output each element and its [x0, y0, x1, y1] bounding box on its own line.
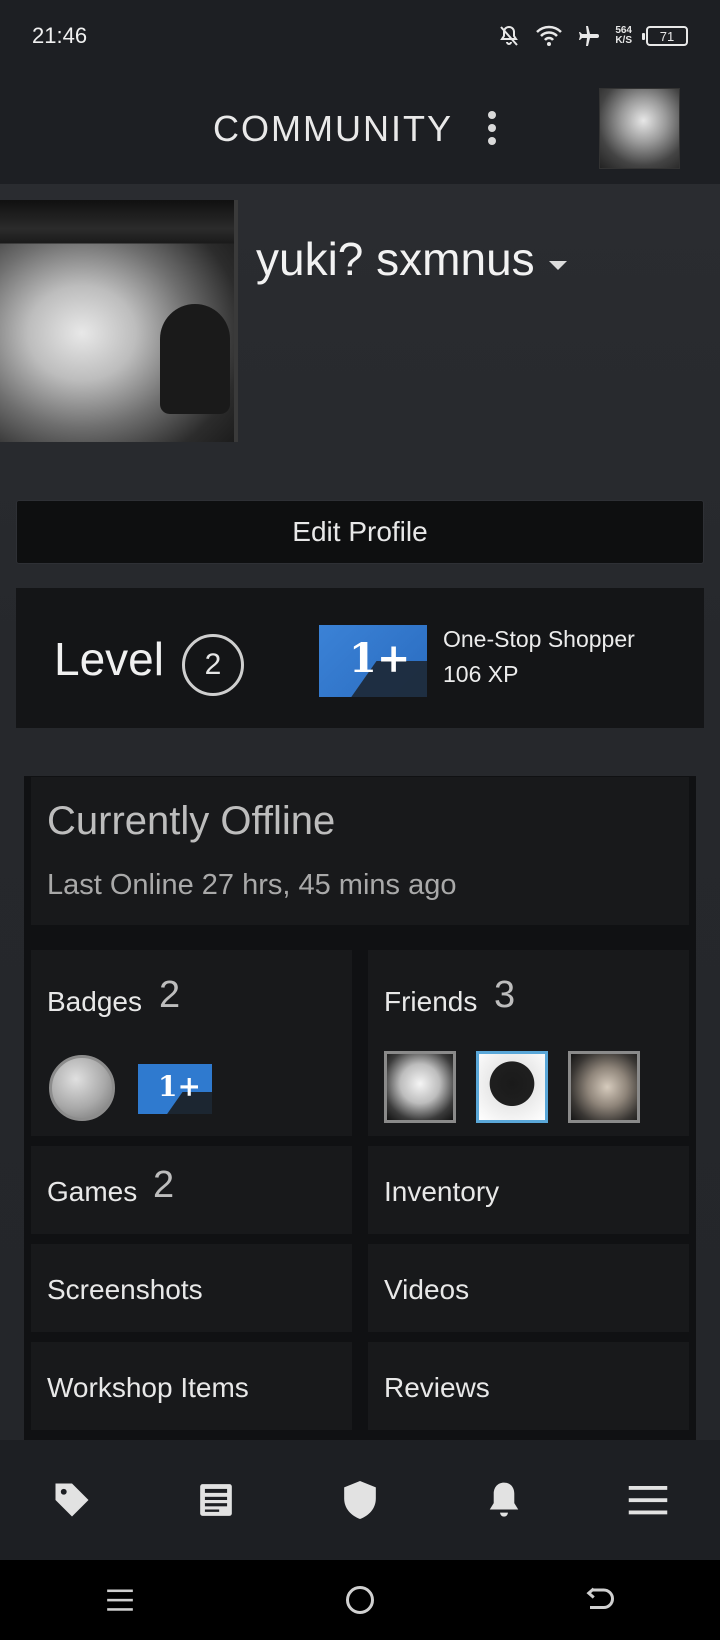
friends-count: 3 — [494, 974, 516, 1016]
recent-apps-icon[interactable] — [90, 1570, 150, 1630]
battery-icon: 71 — [642, 26, 688, 46]
airplane-icon — [577, 24, 601, 48]
status-title: Currently Offline — [47, 799, 336, 843]
home-icon[interactable] — [330, 1570, 390, 1630]
profile-name-button[interactable]: yuki? sxmnus — [256, 232, 567, 286]
net-speed: 564 K/S — [615, 26, 632, 46]
badges-count: 2 — [159, 974, 181, 1016]
last-online-text: Last Online 27 hrs, 45 mins ago — [47, 869, 457, 901]
friend-avatar[interactable] — [384, 1051, 456, 1123]
back-icon[interactable] — [570, 1570, 630, 1630]
net-speed-unit: K/S — [615, 35, 632, 46]
header-avatar[interactable] — [599, 88, 680, 169]
games-tile[interactable]: Games 2 — [31, 1146, 352, 1234]
videos-label: Videos — [384, 1274, 470, 1305]
battery-level: 71 — [659, 28, 675, 44]
bell-icon[interactable] — [468, 1464, 540, 1536]
edit-profile-button[interactable]: Edit Profile — [16, 500, 704, 564]
level-badge: 2 — [182, 634, 244, 696]
friend-avatar[interactable] — [476, 1051, 548, 1123]
bottom-navigation — [0, 1440, 720, 1560]
featured-badge-icon: 1+ — [319, 625, 427, 697]
friend-avatar[interactable] — [568, 1051, 640, 1123]
bell-off-icon — [497, 24, 521, 48]
more-options-icon[interactable] — [484, 108, 500, 148]
screenshots-tile[interactable]: Screenshots — [31, 1244, 352, 1332]
games-count: 2 — [153, 1164, 175, 1206]
workshop-tile[interactable]: Workshop Items — [31, 1342, 352, 1430]
workshop-label: Workshop Items — [47, 1372, 249, 1403]
inventory-label: Inventory — [384, 1176, 500, 1207]
menu-icon[interactable] — [612, 1464, 684, 1536]
level-panel[interactable]: Level 2 1+ One-Stop Shopper 106 XP — [16, 588, 704, 728]
featured-badge-mark: 1+ — [349, 635, 411, 682]
app-header: COMMUNITY — [0, 72, 720, 184]
status-bar: 21:46 564 K/S 71 — [0, 0, 720, 72]
friends-label: Friends — [384, 986, 478, 1017]
badges-label: Badges — [47, 986, 142, 1017]
profile-avatar — [0, 200, 238, 442]
badge-one-stop-mark: 1+ — [158, 1070, 201, 1103]
level-label: Level — [54, 633, 164, 685]
status-icons: 564 K/S 71 — [497, 24, 688, 48]
chevron-down-icon — [548, 260, 567, 270]
featured-badge-name: One-Stop Shopper — [443, 626, 635, 652]
reviews-tile[interactable]: Reviews — [368, 1342, 689, 1430]
tag-icon[interactable] — [36, 1464, 108, 1536]
online-status-card: Currently Offline Last Online 27 hrs, 45… — [31, 777, 689, 925]
badge-one-stop-icon[interactable]: 1+ — [138, 1064, 212, 1114]
system-navigation — [0, 1560, 720, 1640]
page-title: COMMUNITY — [213, 108, 453, 149]
news-icon[interactable] — [180, 1464, 252, 1536]
screenshots-label: Screenshots — [47, 1274, 203, 1305]
inventory-tile[interactable]: Inventory — [368, 1146, 689, 1234]
games-label: Games — [47, 1176, 138, 1207]
featured-badge-xp: 106 XP — [443, 661, 519, 687]
reviews-label: Reviews — [384, 1372, 490, 1403]
badge-coin-icon[interactable] — [49, 1055, 115, 1121]
videos-tile[interactable]: Videos — [368, 1244, 689, 1332]
profile-name: yuki? sxmnus — [256, 233, 535, 285]
shield-icon[interactable] — [324, 1464, 396, 1536]
wifi-icon — [535, 24, 563, 48]
status-time: 21:46 — [32, 23, 88, 48]
